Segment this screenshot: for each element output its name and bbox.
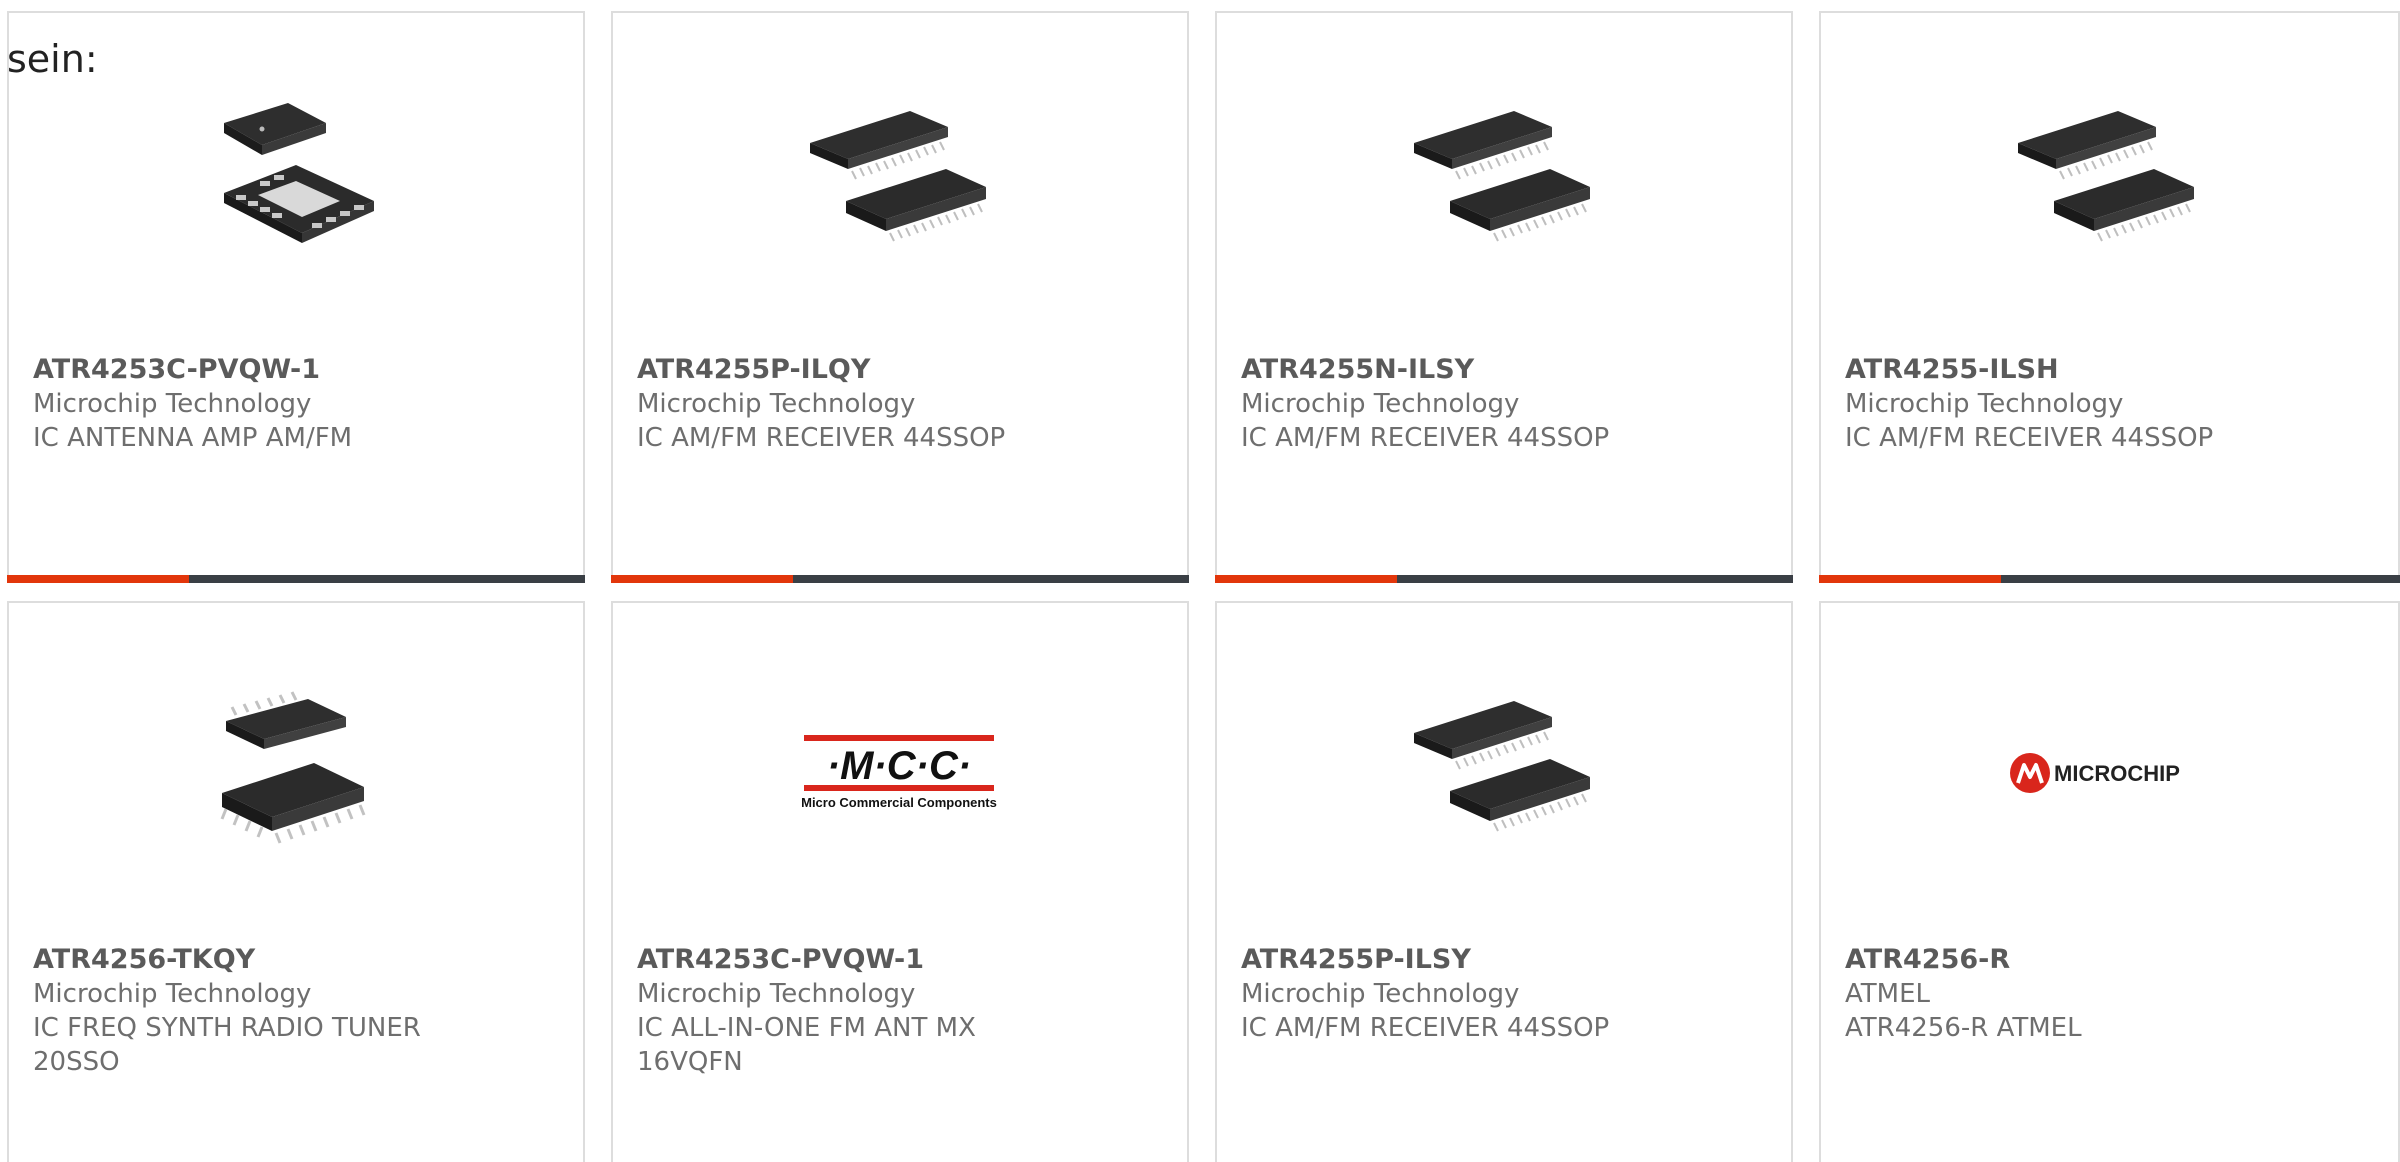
product-card[interactable]: ATR4255N-ILSY Microchip Technology IC AM… [1215,11,1793,583]
product-card[interactable]: ATR4253C-PVQW-1 Microchip Technology IC … [7,11,585,583]
manufacturer: Microchip Technology [33,979,312,1009]
so-chip-image [196,673,396,873]
description: IC ALL-IN-ONE FM ANT MX 16VQFN [637,1013,976,1077]
microchip-logo: MICROCHIP [2008,673,2208,873]
part-number[interactable]: ATR4256-R [1845,943,2374,977]
description: IC AM/FM RECEIVER 44SSOP [1845,423,2214,453]
product-card[interactable]: ATR4255P-ILQY Microchip Technology IC AM… [611,11,1189,583]
description: IC AM/FM RECEIVER 44SSOP [1241,1013,1610,1043]
microchip-logo-text: MICROCHIP [2054,761,2180,786]
product-card[interactable]: ·M·C·C· Micro Commercial Components ATR4… [611,601,1189,1162]
manufacturer: ATMEL [1845,979,1930,1009]
description: ATR4256-R ATMEL [1845,1013,2082,1043]
product-card[interactable]: ATR4256-TKQY Microchip Technology IC FRE… [7,601,585,1162]
qfn-chip-image [196,83,396,283]
product-card[interactable]: ATR4255P-ILSY Microchip Technology IC AM… [1215,601,1793,1162]
manufacturer: Microchip Technology [637,389,916,419]
product-card[interactable]: ATR4255-ILSH Microchip Technology IC AM/… [1819,11,2400,583]
manufacturer: Microchip Technology [1241,979,1520,1009]
manufacturer: Microchip Technology [33,389,312,419]
part-number[interactable]: ATR4256-TKQY [33,943,559,977]
manufacturer: Microchip Technology [1241,389,1520,419]
card-progress-accent [7,575,189,583]
mcc-logo: ·M·C·C· Micro Commercial Components [800,673,1000,873]
ssop-chip-image [2008,83,2208,283]
ssop-chip-image [800,83,1000,283]
card-progress-bar [7,575,585,583]
lead-text: sein: [7,37,98,81]
card-progress-bar [611,575,1189,583]
part-number[interactable]: ATR4255N-ILSY [1241,353,1767,387]
card-progress-bar [1215,575,1793,583]
card-progress-accent [1819,575,2001,583]
ssop-chip-image [1404,673,1604,873]
description: IC ANTENNA AMP AM/FM [33,423,353,453]
mcc-logo-subtext: Micro Commercial Components [801,795,997,810]
product-card[interactable]: MICROCHIP ATR4256-R ATMEL ATR4256-R ATME… [1819,601,2400,1162]
part-number[interactable]: ATR4255P-ILQY [637,353,1163,387]
ssop-chip-image [1404,83,1604,283]
description: IC AM/FM RECEIVER 44SSOP [637,423,1006,453]
part-number[interactable]: ATR4253C-PVQW-1 [637,943,1163,977]
description: IC FREQ SYNTH RADIO TUNER 20SSO [33,1013,421,1077]
part-number[interactable]: ATR4255P-ILSY [1241,943,1767,977]
manufacturer: Microchip Technology [1845,389,2124,419]
manufacturer: Microchip Technology [637,979,916,1009]
card-progress-accent [611,575,793,583]
description: IC AM/FM RECEIVER 44SSOP [1241,423,1610,453]
part-number[interactable]: ATR4253C-PVQW-1 [33,353,559,387]
card-progress-bar [1819,575,2400,583]
mcc-logo-text: ·M·C·C· [827,744,971,788]
part-number[interactable]: ATR4255-ILSH [1845,353,2374,387]
card-progress-accent [1215,575,1397,583]
